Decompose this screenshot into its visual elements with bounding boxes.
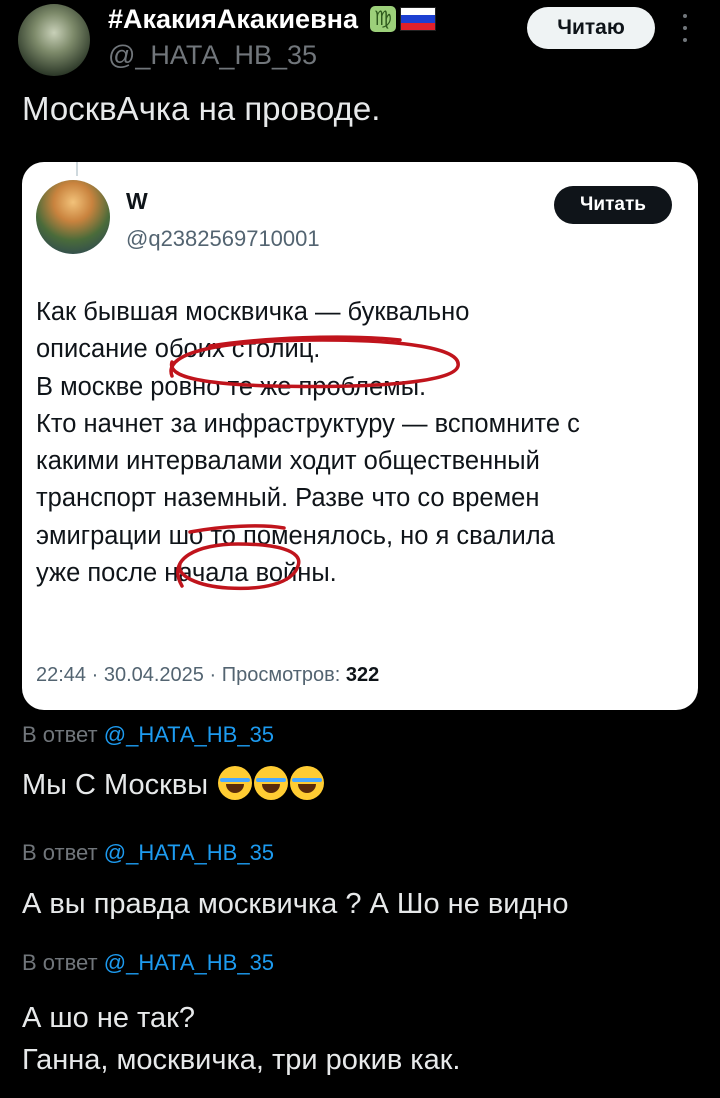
quoted-author-handle[interactable]: @q2382569710001 xyxy=(126,226,320,252)
more-vertical-icon[interactable] xyxy=(676,10,694,46)
reply-to-label: В ответ @_НАТА_НВ_35 xyxy=(22,950,274,976)
reply-text: А вы правда москвичка ? А Шо не видно xyxy=(22,888,569,920)
author-badges: ♍ xyxy=(370,6,436,32)
quoted-avatar[interactable] xyxy=(36,180,110,254)
quoted-line: описание обоих столиц. xyxy=(36,335,321,364)
virgo-icon: ♍ xyxy=(370,6,396,32)
reply-prefix: В ответ xyxy=(22,722,104,747)
author-name[interactable]: #АкакияАкакиевна xyxy=(108,4,358,35)
following-button[interactable]: Читаю xyxy=(527,7,655,49)
reply-mention-link[interactable]: @_НАТА_НВ_35 xyxy=(104,950,274,975)
reply-text: Мы С Москвы xyxy=(22,766,325,802)
tears-of-joy-emoji xyxy=(218,766,253,800)
post-text: МосквАчка на проводе. xyxy=(22,90,381,127)
quoted-author-name[interactable]: W xyxy=(126,188,148,215)
quoted-line: транспорт наземный. Разве что со времен xyxy=(36,484,540,513)
reply-text: Ганна, москвичка, три рокив как. xyxy=(22,1044,461,1076)
quoted-line: Как бывшая москвичка — буквально xyxy=(36,298,470,326)
quoted-post-body: Как бывшая москвичка — буквально описани… xyxy=(36,294,676,592)
reply-to-label: В ответ @_НАТА_НВ_35 xyxy=(22,722,274,748)
reply-prefix: В ответ xyxy=(22,840,104,865)
reply-mention-link[interactable]: @_НАТА_НВ_35 xyxy=(104,722,274,747)
reply-to-label: В ответ @_НАТА_НВ_35 xyxy=(22,840,274,866)
russia-flag-icon xyxy=(400,7,436,31)
tears-of-joy-emoji xyxy=(290,766,325,800)
views-count: 322 xyxy=(345,664,380,686)
reply-mention-link[interactable]: @_НАТА_НВ_35 xyxy=(104,840,274,865)
quoted-post-meta: 22:44 · 30.04.2025 · Просмотров: 322 xyxy=(36,664,379,687)
quoted-line: Кто начнет за инфраструктуру — вспомните… xyxy=(36,409,580,438)
author-handle[interactable]: @_НАТА_НВ_35 xyxy=(108,40,317,71)
quoted-line: эмиграции шо то поменялось, но я свалила xyxy=(36,521,555,550)
read-button[interactable]: Читать xyxy=(554,186,672,224)
quoted-line: уже после начала войны. xyxy=(36,559,337,588)
quoted-line: В москве ровно те же проблемы. xyxy=(36,372,427,401)
reply-text: А шо не так? xyxy=(22,1002,195,1034)
quoted-post-card[interactable]: W @q2382569710001 Читать Как бывшая моск… xyxy=(22,162,698,710)
quoted-line: какими интервалами ходит общественный xyxy=(36,447,540,476)
quoted-timestamp: 22:44 · 30.04.2025 · Просмотров: xyxy=(36,664,346,686)
tears-of-joy-emoji xyxy=(254,766,289,800)
author-avatar[interactable] xyxy=(18,4,90,76)
reply-prefix: В ответ xyxy=(22,950,104,975)
thread-line xyxy=(76,162,78,176)
reply-text-content: Мы С Москвы xyxy=(22,769,209,801)
